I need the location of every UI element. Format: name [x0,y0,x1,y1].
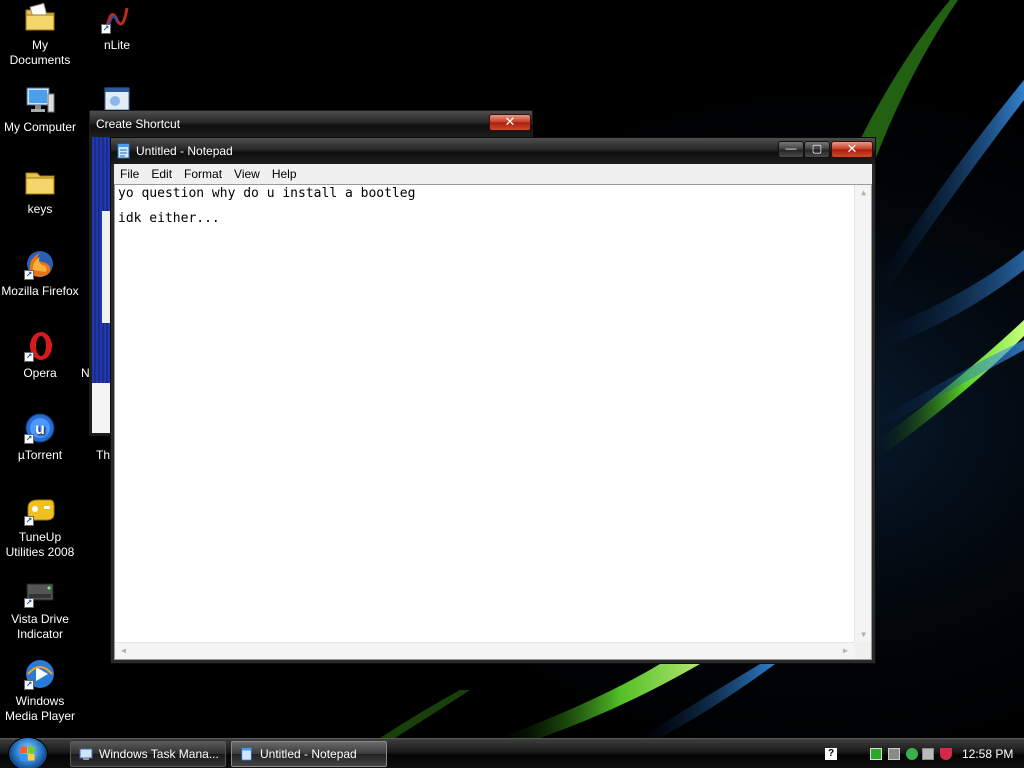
desktop-icon-nlite[interactable]: ↗ nLite [77,2,157,53]
window-title: Untitled - Notepad [136,144,233,158]
media-player-icon: ↗ [24,658,56,690]
text-line: idk either... [118,211,220,226]
shortcut-arrow-icon: ↗ [101,24,111,34]
taskbar: Windows Task Mana... Untitled - Notepad … [0,737,1024,768]
scroll-left-icon[interactable]: ◀ [115,646,132,655]
menu-file[interactable]: File [114,164,145,184]
tuneup-icon: ↗ [24,494,56,526]
desktop-icon-tuneup[interactable]: ↗ TuneUp Utilities 2008 [0,494,80,560]
desktop-icon-label: Windows Media Player [4,694,76,723]
desktop-icon-label: µTorrent [17,448,63,462]
network-icon[interactable] [888,748,900,760]
close-button[interactable]: ✕ [489,114,531,131]
firefox-icon: ↗ [24,248,56,280]
desktop-icon-label: Vista Drive Indicator [11,612,69,641]
opera-icon: ↗ [24,330,56,362]
desktop-icon-firefox[interactable]: ↗ Mozilla Firefox [0,248,80,299]
horizontal-scrollbar[interactable]: ◀ ▶ [115,642,854,659]
desktop-icon-label: My Computer [3,120,77,134]
windows-logo-icon [20,746,35,761]
scroll-right-icon[interactable]: ▶ [837,646,854,655]
notepad-titlebar[interactable]: Untitled - Notepad [111,138,875,164]
menu-edit[interactable]: Edit [145,164,178,184]
maximize-button[interactable]: ▢ [804,141,830,158]
shortcut-arrow-icon: ↗ [24,680,34,690]
menu-format[interactable]: Format [178,164,228,184]
scrollbar-corner [854,642,871,659]
drive-activity-icon[interactable] [870,748,882,760]
computer-icon [24,84,56,116]
nlite-icon: ↗ [101,2,133,34]
notepad-icon [241,747,252,761]
clock[interactable]: 12:58 PM [962,739,1013,768]
desktop-icon-my-documents[interactable]: My Documents [0,2,80,68]
desktop-icon-label: Opera [23,366,57,380]
task-manager-icon [79,748,93,760]
close-button[interactable]: ✕ [831,141,873,158]
shortcut-arrow-icon: ↗ [24,352,34,362]
create-shortcut-titlebar[interactable]: Create Shortcut [90,111,532,137]
taskbar-button-task-manager[interactable]: Windows Task Mana... [70,741,226,767]
window-title: Create Shortcut [96,117,181,131]
shortcut-arrow-icon: ↗ [24,516,34,526]
desktop-icon-label: Th [96,448,111,462]
vertical-scrollbar[interactable]: ▲ ▼ [854,185,871,642]
scroll-down-icon[interactable]: ▼ [855,630,872,639]
desktop-icon-utorrent[interactable]: u ↗ µTorrent [0,412,80,463]
notepad-icon [117,143,130,159]
notepad-window[interactable]: Untitled - Notepad — ▢ ✕ File Edit Format V… [110,137,876,664]
minimize-button[interactable]: — [778,141,804,158]
wizard-button-area [92,383,112,433]
text-editor[interactable]: yo question why do u install a bootleg i… [114,184,872,660]
desktop-icon-keys[interactable]: keys [0,166,80,217]
taskbar-button-label: Untitled - Notepad [260,747,357,761]
menu-help[interactable]: Help [266,164,303,184]
start-button[interactable] [8,737,48,768]
text-line: yo question why do u install a bootleg [118,186,416,201]
utorrent-icon: u ↗ [24,412,56,444]
taskbar-button-notepad[interactable]: Untitled - Notepad [231,741,387,767]
shortcut-arrow-icon: ↗ [24,434,34,444]
help-icon[interactable]: ? [825,748,837,760]
keyboard-icon[interactable] [922,748,934,760]
desktop-icon-label: keys [27,202,53,216]
shortcut-arrow-icon: ↗ [24,270,34,280]
desktop-icon-my-computer[interactable]: My Computer [0,84,80,135]
scroll-up-icon[interactable]: ▲ [855,188,872,197]
taskbar-button-label: Windows Task Mana... [99,747,219,761]
menu-view[interactable]: View [228,164,266,184]
desktop-icon-media-player[interactable]: ↗ Windows Media Player [0,658,80,724]
desktop-icon-label: My Documents [9,38,71,67]
drive-icon: ↗ [24,576,56,608]
update-icon[interactable] [906,748,918,760]
folder-documents-icon [24,2,56,34]
folder-icon [24,166,56,198]
security-shield-icon[interactable] [940,748,952,760]
desktop-icon-vista-drive-indicator[interactable]: ↗ Vista Drive Indicator [0,576,80,642]
desktop-icon-label: nLite [103,38,131,52]
shortcut-arrow-icon: ↗ [24,598,34,608]
desktop-icon-label: TuneUp Utilities 2008 [5,530,75,559]
desktop-icon-opera[interactable]: ↗ Opera [0,330,80,381]
menu-bar: File Edit Format View Help [114,164,872,184]
desktop-icon-label: Mozilla Firefox [1,284,79,298]
svg-text:u: u [35,421,45,438]
